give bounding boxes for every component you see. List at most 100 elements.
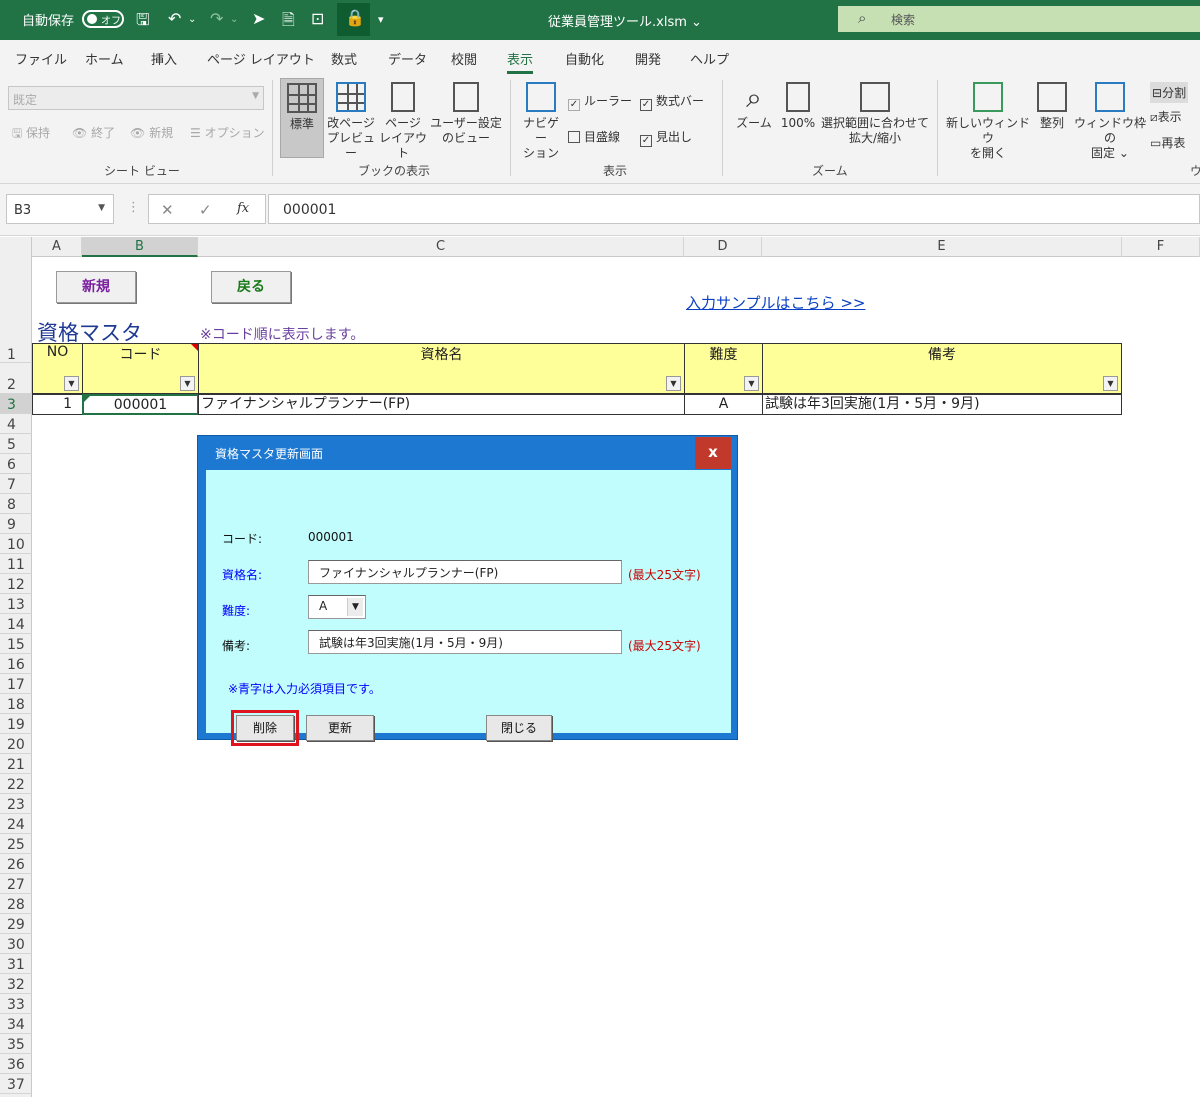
formula-input[interactable]: 000001 [268, 194, 1200, 224]
close-button[interactable]: 閉じる [486, 715, 552, 741]
cell-d3[interactable]: A [684, 394, 763, 415]
lock-button[interactable]: 🔒 [337, 3, 370, 36]
filter-dropdown-icon[interactable]: ▼ [64, 376, 79, 391]
row-header[interactable]: 13 [0, 594, 32, 614]
new-window-button[interactable]: 新しいウィンドウ を開く [944, 82, 1032, 161]
row-header[interactable]: 25 [0, 834, 32, 854]
normal-view-button[interactable]: 標準 [280, 78, 324, 158]
row-header[interactable]: 37 [0, 1074, 32, 1094]
zoom-button[interactable]: ⌕ ズーム [732, 80, 776, 131]
split-button[interactable]: ⊟分割 [1150, 82, 1189, 103]
save-icon[interactable]: 🖫 [136, 9, 150, 36]
navigation-button[interactable]: ナビゲー ション [518, 82, 564, 161]
row-header[interactable]: 32 [0, 974, 32, 994]
tab-help[interactable]: ヘルプ [690, 49, 729, 68]
page-layout-view-button[interactable]: ページ レイアウト [378, 82, 428, 161]
column-header-d[interactable]: D [684, 237, 762, 257]
headings-checkbox[interactable]: ✓ 見出し [640, 128, 692, 147]
sheet-new-button[interactable]: 新規 [56, 271, 136, 303]
row-header[interactable]: 2 [0, 363, 32, 394]
column-header-b[interactable]: B [82, 237, 198, 257]
gridlines-checkbox[interactable]: 目盛線 [568, 128, 620, 145]
row-header[interactable]: 24 [0, 814, 32, 834]
row-header[interactable]: 6 [0, 454, 32, 474]
row-header[interactable]: 35 [0, 1034, 32, 1054]
header-cell-name[interactable]: 資格名 ▼ [198, 343, 685, 394]
sheet-back-button[interactable]: 戻る [211, 271, 291, 303]
row-header[interactable]: 21 [0, 754, 32, 774]
header-cell-remark[interactable]: 備考 ▼ [762, 343, 1122, 394]
row-header[interactable]: 14 [0, 614, 32, 634]
custom-views-button[interactable]: ユーザー設定 のビュー [430, 82, 502, 146]
file-name[interactable]: 従業員管理ツール.xlsm ⌄ [548, 11, 702, 30]
column-header-a[interactable]: A [32, 237, 82, 257]
hide-button[interactable]: ⧄表示 [1150, 108, 1182, 125]
row-header[interactable]: 1 [0, 257, 32, 363]
row-header[interactable]: 19 [0, 714, 32, 734]
tab-page-layout[interactable]: ページ レイアウト [207, 49, 315, 68]
column-header-f[interactable]: F [1122, 237, 1200, 257]
row-header[interactable]: 26 [0, 854, 32, 874]
autosave-toggle[interactable]: オフ [82, 10, 124, 28]
document-icon[interactable]: 🗎 [282, 9, 295, 36]
search-box[interactable]: ⌕ 検索 [838, 6, 1200, 32]
cell-e3[interactable]: 試験は年3回実施(1月・5月・9月) [762, 394, 1122, 415]
row-header[interactable]: 11 [0, 554, 32, 574]
dialog-close-button[interactable]: x [695, 437, 731, 469]
insert-function-icon[interactable]: fx [237, 201, 249, 216]
row-header[interactable]: 8 [0, 494, 32, 514]
tab-automate[interactable]: 自動化 [565, 49, 604, 68]
filter-dropdown-icon[interactable]: ▼ [744, 376, 759, 391]
row-header[interactable]: 27 [0, 874, 32, 894]
tab-data[interactable]: データ [388, 49, 427, 68]
update-button[interactable]: 更新 [306, 715, 374, 741]
row-header[interactable]: 17 [0, 674, 32, 694]
undo-dropdown-icon[interactable]: ⌄ [188, 14, 196, 25]
row-header[interactable]: 3 [0, 394, 32, 414]
customize-qat-icon[interactable]: ▾ [378, 13, 384, 26]
undo-icon[interactable]: ↶ [168, 9, 181, 28]
zoom-100-button[interactable]: 100% [778, 82, 818, 131]
row-header[interactable]: 20 [0, 734, 32, 754]
text-box-icon[interactable]: ⊡ [311, 9, 324, 28]
name-box[interactable]: B3 ▼ [6, 194, 114, 224]
formula-bar-checkbox[interactable]: ✓ 数式バー [640, 92, 704, 111]
row-header[interactable]: 12 [0, 574, 32, 594]
header-cell-level[interactable]: 難度 ▼ [684, 343, 763, 394]
zoom-to-selection-button[interactable]: 選択範囲に合わせて 拡大/縮小 [820, 82, 930, 146]
tab-insert[interactable]: 挿入 [151, 49, 177, 68]
row-header[interactable]: 28 [0, 894, 32, 914]
filter-dropdown-icon[interactable]: ▼ [666, 376, 681, 391]
row-header[interactable]: 31 [0, 954, 32, 974]
header-cell-code[interactable]: コード ▼ [82, 343, 199, 394]
row-header[interactable]: 33 [0, 994, 32, 1014]
row-header[interactable]: 34 [0, 1014, 32, 1034]
row-header[interactable]: 15 [0, 634, 32, 654]
cell-a3[interactable]: 1 [32, 394, 83, 415]
cell-c3[interactable]: ファイナンシャルプランナー(FP) [198, 394, 685, 415]
row-header[interactable]: 30 [0, 934, 32, 954]
freeze-panes-button[interactable]: ウィンドウ枠の 固定 ⌄ [1072, 82, 1148, 161]
tab-review[interactable]: 校閲 [451, 49, 477, 68]
row-header[interactable]: 29 [0, 914, 32, 934]
tab-developer[interactable]: 開発 [635, 49, 661, 68]
remark-input[interactable]: 試験は年3回実施(1月・5月・9月) [308, 630, 622, 654]
row-header[interactable]: 5 [0, 434, 32, 454]
column-header-c[interactable]: C [198, 237, 684, 257]
row-header[interactable]: 9 [0, 514, 32, 534]
tab-home[interactable]: ホーム [85, 49, 124, 68]
tab-formulas[interactable]: 数式 [331, 49, 357, 68]
row-header[interactable]: 10 [0, 534, 32, 554]
row-header[interactable]: 22 [0, 774, 32, 794]
pointer-icon[interactable]: ➤ [252, 9, 265, 28]
row-header[interactable]: 16 [0, 654, 32, 674]
filter-dropdown-icon[interactable]: ▼ [180, 376, 195, 391]
level-select[interactable]: A ▼ [308, 595, 366, 619]
delete-button[interactable]: 削除 [236, 715, 294, 741]
page-break-preview-button[interactable]: 改ページ プレビュー [326, 82, 376, 161]
column-header-e[interactable]: E [762, 237, 1122, 257]
cell-b3-selected[interactable]: 000001 [82, 394, 199, 415]
row-header[interactable]: 4 [0, 414, 32, 434]
chevron-down-icon[interactable]: ▼ [347, 598, 363, 616]
row-header[interactable]: 18 [0, 694, 32, 714]
